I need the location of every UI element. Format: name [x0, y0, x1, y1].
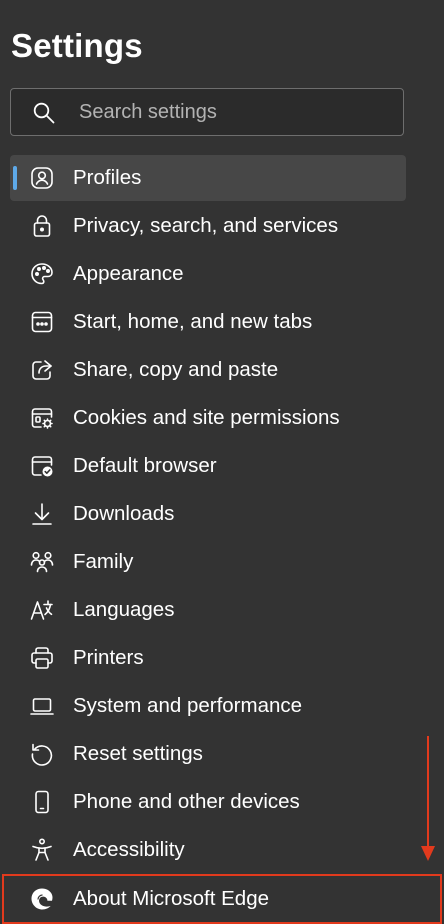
nav-item-phone[interactable]: Phone and other devices — [10, 779, 406, 825]
search-icon — [33, 102, 55, 124]
annotation-highlight-box — [2, 874, 442, 924]
nav-item-label: Accessibility — [73, 838, 185, 861]
search-input[interactable] — [79, 89, 389, 135]
search-box[interactable] — [10, 88, 404, 136]
nav-item-label: Phone and other devices — [73, 790, 300, 813]
nav-item-label: Default browser — [73, 454, 217, 477]
family-icon — [28, 548, 56, 576]
default-browser-icon — [28, 452, 56, 480]
nav-item-printers[interactable]: Printers — [10, 635, 406, 681]
cookies-icon — [28, 404, 56, 432]
lock-icon — [28, 212, 56, 240]
nav-item-label: Start, home, and new tabs — [73, 310, 313, 333]
laptop-icon — [28, 692, 56, 720]
annotation-arrow — [421, 736, 435, 861]
languages-icon — [28, 596, 56, 624]
nav-item-label: Cookies and site permissions — [73, 406, 340, 429]
phone-icon — [28, 788, 56, 816]
nav-item-privacy[interactable]: Privacy, search, and services — [10, 203, 406, 249]
page-title: Settings — [11, 27, 143, 64]
nav-item-languages[interactable]: Languages — [10, 587, 406, 633]
reset-icon — [28, 740, 56, 768]
printer-icon — [28, 644, 56, 672]
nav-item-accessibility[interactable]: Accessibility — [10, 827, 406, 873]
nav-item-default-browser[interactable]: Default browser — [10, 443, 406, 489]
nav-item-label: Share, copy and paste — [73, 358, 279, 381]
nav-item-label: System and performance — [73, 694, 303, 717]
nav-item-label: Profiles — [73, 166, 142, 189]
profile-icon — [28, 164, 56, 192]
accessibility-icon — [28, 836, 56, 864]
nav-item-downloads[interactable]: Downloads — [10, 491, 406, 537]
nav-item-label: Printers — [73, 646, 144, 669]
download-icon — [28, 500, 56, 528]
nav-item-appearance[interactable]: Appearance — [10, 251, 406, 297]
nav-item-reset[interactable]: Reset settings — [10, 731, 406, 777]
nav-item-label: Privacy, search, and services — [73, 214, 339, 237]
nav-item-profiles[interactable]: Profiles — [10, 155, 406, 201]
nav-item-family[interactable]: Family — [10, 539, 406, 585]
nav-item-label: Appearance — [73, 262, 184, 285]
nav-item-system[interactable]: System and performance — [10, 683, 406, 729]
nav-item-label: Languages — [73, 598, 175, 621]
nav-item-share[interactable]: Share, copy and paste — [10, 347, 406, 393]
nav-item-start-home[interactable]: Start, home, and new tabs — [10, 299, 406, 345]
share-icon — [28, 356, 56, 384]
nav-item-label: Reset settings — [73, 742, 203, 765]
start-page-icon — [28, 308, 56, 336]
palette-icon — [28, 260, 56, 288]
nav-item-label: Family — [73, 550, 134, 573]
nav-item-label: Downloads — [73, 502, 175, 525]
nav-item-cookies[interactable]: Cookies and site permissions — [10, 395, 406, 441]
selected-indicator — [13, 166, 17, 190]
